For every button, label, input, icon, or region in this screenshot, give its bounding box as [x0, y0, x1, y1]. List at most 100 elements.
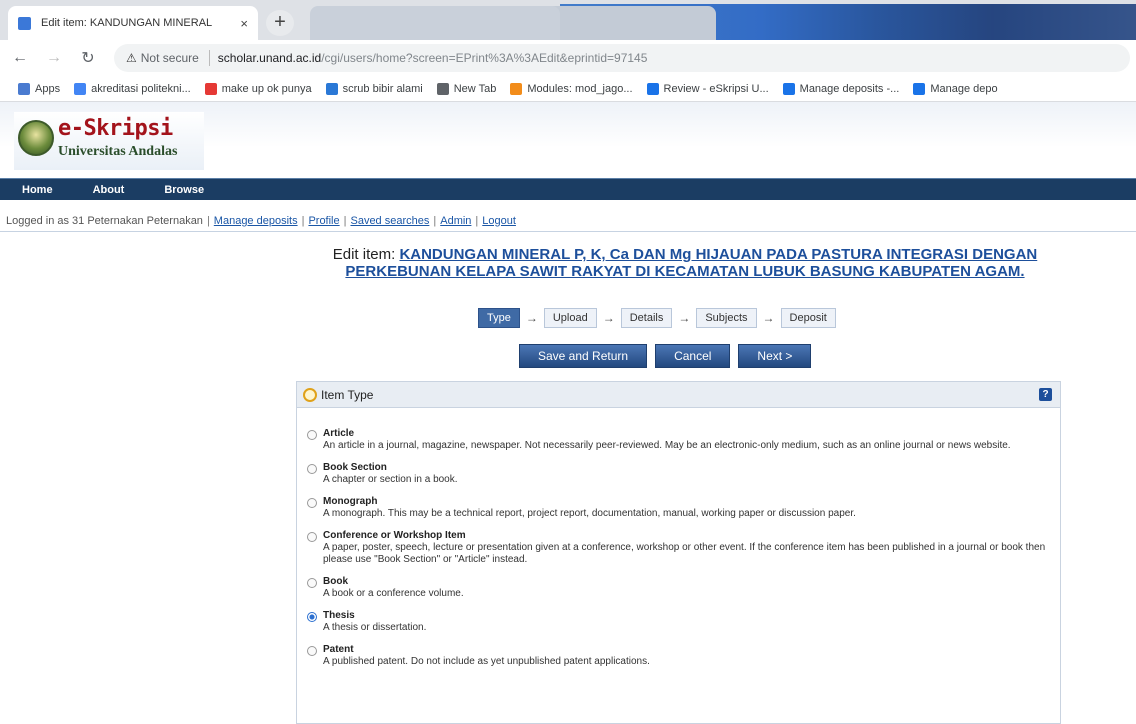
link-admin[interactable]: Admin	[440, 215, 471, 227]
arrow-right-icon: →	[525, 311, 538, 325]
address-bar[interactable]: ⚠ Not secure scholar.unand.ac.id /cgi/us…	[114, 44, 1130, 72]
option-text: Book A book or a conference volume.	[323, 576, 1053, 600]
youtube-icon	[204, 82, 217, 95]
url-path: /cgi/users/home?screen=EPrint%3A%3AEdit&…	[321, 51, 648, 65]
google-icon	[74, 82, 87, 95]
bookmark-item[interactable]: Manage deposits -...	[782, 82, 900, 95]
item-type-option[interactable]: Monograph A monograph. This may be a tech…	[307, 496, 1060, 520]
option-description: An article in a journal, magazine, newsp…	[323, 440, 1011, 451]
bookmark-label: akreditasi politekni...	[91, 82, 191, 95]
arrow-right-icon: →	[762, 311, 775, 325]
radio-button[interactable]	[307, 646, 317, 656]
option-name: Book	[323, 576, 348, 587]
item-type-option[interactable]: Conference or Workshop Item A paper, post…	[307, 530, 1060, 566]
bookmark-item[interactable]: Manage depo	[913, 82, 998, 95]
nav-about[interactable]: About	[93, 184, 125, 196]
step-deposit[interactable]: Deposit	[780, 308, 836, 328]
globe-icon	[436, 82, 449, 95]
option-description: A thesis or dissertation.	[323, 622, 427, 633]
logged-in-text: Logged in as 31 Peternakan Peternakan	[6, 214, 203, 227]
url-separator	[208, 50, 210, 66]
option-description: A published patent. Do not include as ye…	[323, 656, 650, 667]
option-text: Article An article in a journal, magazine…	[323, 428, 1053, 452]
moodle-icon	[510, 82, 523, 95]
page-title-label: Edit item:	[332, 246, 400, 263]
step-details[interactable]: Details	[620, 308, 673, 328]
arrow-right-icon: →	[678, 311, 691, 325]
separator: |	[475, 214, 479, 227]
help-icon[interactable]: ?	[1039, 388, 1052, 401]
item-type-option[interactable]: Article An article in a journal, magazine…	[307, 428, 1060, 452]
step-type[interactable]: Type	[478, 308, 520, 328]
bookmark-item[interactable]: Review - eSkripsi U...	[646, 82, 769, 95]
site-logo[interactable]: e-Skripsi Universitas Andalas	[14, 112, 204, 170]
option-text: Patent A published patent. Do not include…	[323, 644, 1053, 668]
action-buttons: Save and Return Cancel Next >	[519, 344, 819, 368]
bookmark-label: Manage deposits -...	[799, 82, 900, 95]
step-upload[interactable]: Upload	[543, 308, 597, 328]
bookmark-icon	[325, 82, 338, 95]
reload-icon[interactable]: ↻	[74, 48, 102, 68]
bookmark-label: Apps	[35, 82, 61, 95]
back-arrow-icon[interactable]: ←	[6, 49, 34, 67]
save-and-return-button[interactable]: Save and Return	[519, 344, 648, 368]
option-description: A monograph. This may be a technical rep…	[323, 508, 856, 519]
bookmark-item[interactable]: scrub bibir alami	[325, 82, 423, 95]
radio-button[interactable]	[307, 612, 317, 622]
item-type-option[interactable]: Book Section A chapter or section in a bo…	[307, 462, 1060, 486]
bookmark-item[interactable]: New Tab	[436, 82, 497, 95]
login-bar: Logged in as 31 Peternakan Peternakan | …	[0, 210, 1136, 232]
radio-button[interactable]	[307, 430, 317, 440]
bookmark-label: Review - eSkripsi U...	[663, 82, 769, 95]
item-type-option[interactable]: Thesis A thesis or dissertation.	[307, 610, 1060, 634]
radio-button[interactable]	[307, 464, 317, 474]
new-tab-button[interactable]: +	[266, 10, 294, 36]
page-title: Edit item: KANDUNGAN MINERAL P, K, Ca DA…	[320, 246, 1050, 280]
tab-active[interactable]: Edit item: KANDUNGAN MINERAL ×	[8, 6, 258, 40]
option-description: A chapter or section in a book.	[323, 474, 458, 485]
collapse-circle-icon[interactable]	[303, 387, 317, 402]
apps-grid-icon	[18, 82, 30, 95]
cancel-button[interactable]: Cancel	[655, 344, 731, 368]
url-host: scholar.unand.ac.id	[217, 51, 322, 65]
tab-background-2[interactable]	[310, 6, 560, 40]
nav-home[interactable]: Home	[22, 184, 53, 196]
bookmark-item[interactable]: make up ok punya	[204, 82, 312, 95]
step-subjects[interactable]: Subjects	[696, 308, 757, 328]
item-type-header[interactable]: Item Type ?	[297, 382, 1060, 408]
option-name: Patent	[323, 644, 354, 655]
bookmark-item[interactable]: akreditasi politekni...	[74, 82, 191, 95]
bookmark-label: Manage depo	[930, 82, 998, 95]
option-text: Conference or Workshop Item A paper, post…	[323, 530, 1053, 566]
item-type-option[interactable]: Book A book or a conference volume.	[307, 576, 1060, 600]
link-manage-deposits[interactable]: Manage deposits	[214, 215, 298, 227]
next-button[interactable]: Next >	[738, 344, 812, 368]
item-title-link[interactable]: KANDUNGAN MINERAL P, K, Ca DAN Mg HIJAUA…	[345, 246, 1037, 280]
option-name: Conference or Workshop Item	[323, 530, 466, 541]
radio-button[interactable]	[307, 532, 317, 542]
item-type-option[interactable]: Patent A published patent. Do not include…	[307, 644, 1060, 668]
forward-arrow-icon[interactable]: →	[40, 49, 68, 67]
separator: |	[206, 214, 210, 227]
option-name: Book Section	[323, 462, 387, 473]
nav-browse[interactable]: Browse	[164, 184, 204, 196]
option-description: A paper, poster, speech, lecture or pres…	[323, 542, 1046, 565]
bookmark-label: New Tab	[453, 82, 497, 95]
close-tab-icon[interactable]: ×	[240, 16, 248, 31]
item-type-options: Article An article in a journal, magazine…	[297, 408, 1060, 668]
separator: |	[343, 214, 347, 227]
option-description: A book or a conference volume.	[323, 588, 464, 599]
radio-button[interactable]	[307, 578, 317, 588]
link-saved-searches[interactable]: Saved searches	[350, 215, 429, 227]
workflow-steps: Type → Upload → Details → Subjects → Dep…	[478, 307, 836, 329]
link-logout[interactable]: Logout	[482, 215, 516, 227]
radio-button[interactable]	[307, 498, 317, 508]
separator: |	[301, 214, 305, 227]
warning-icon: ⚠	[126, 51, 137, 65]
not-secure-label: Not secure	[140, 51, 199, 65]
link-profile[interactable]: Profile	[308, 215, 339, 227]
main-nav: Home About Browse	[0, 178, 1136, 200]
bookmark-item[interactable]: Modules: mod_jago...	[510, 82, 633, 95]
bookmark-label: make up ok punya	[221, 82, 312, 95]
bookmark-item[interactable]: Apps	[18, 82, 61, 95]
